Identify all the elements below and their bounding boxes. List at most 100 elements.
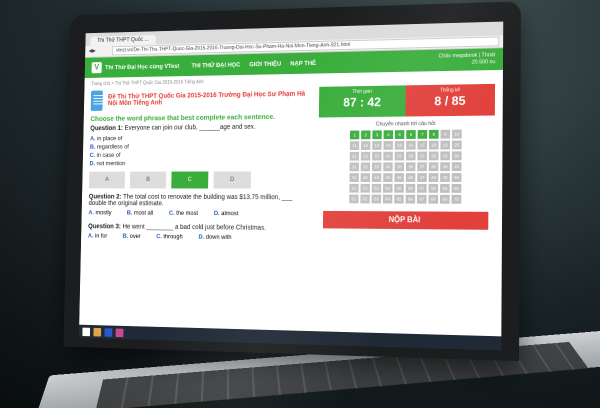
question-nav-cell[interactable]: 46 [405,173,416,182]
question-nav-cell[interactable]: 61 [349,194,359,204]
question-nav-cell[interactable]: 39 [440,162,450,172]
question-nav-cell[interactable]: 50 [451,173,462,182]
document-icon [90,90,104,111]
question-nav-cell[interactable]: 69 [439,194,450,204]
question-nav-cell[interactable]: 25 [394,151,405,161]
logo-text: Thi Thử Đại Học cùng VTest [105,62,180,71]
answer-button-a[interactable]: A [88,171,126,189]
user-balance: 20.500 xu [471,59,496,66]
question-nav-cell[interactable]: 42 [360,173,371,182]
question-nav-cell[interactable]: 43 [371,173,382,182]
question-nav-cell[interactable]: 12 [360,141,371,150]
progress-value: 8 / 85 [434,93,466,109]
option-a: A. in for [87,232,108,240]
question-nav-cell[interactable]: 51 [349,183,359,193]
question-nav-cell[interactable]: 63 [371,194,382,204]
question-nav-cell[interactable]: 30 [451,151,462,161]
question-nav-cell[interactable]: 15 [394,140,405,150]
question-nav-cell[interactable]: 33 [371,162,382,172]
question-nav-cell[interactable]: 67 [416,194,427,204]
question-nav-cell[interactable]: 37 [417,162,427,172]
question-nav-cell[interactable]: 58 [428,183,439,193]
question-nav-cell[interactable]: 29 [440,151,450,161]
question-label: Question 1: [90,125,123,133]
answer-button-d[interactable]: D [213,171,252,189]
question-nav-cell[interactable]: 10 [452,129,462,139]
question-nav-cell[interactable]: 20 [451,140,462,150]
question-nav-cell[interactable]: 13 [372,141,382,150]
question-nav-cell[interactable]: 59 [440,183,450,193]
question-nav-cell[interactable]: 66 [405,194,416,204]
question-nav-cell[interactable]: 60 [451,183,462,193]
question-nav-cell[interactable]: 34 [383,162,393,172]
question-nav-cell[interactable]: 27 [417,151,427,161]
question-nav-cell[interactable]: 8 [429,129,439,139]
question-nav-cell[interactable]: 6 [406,130,416,139]
exam-header: Đề Thi Thử THPT Quốc Gia 2015-2016 Trườn… [90,87,310,111]
question-nav-cell[interactable]: 68 [428,194,439,204]
question-nav-cell[interactable]: 14 [383,140,393,150]
browser-tab[interactable]: Thi Thử THPT Quốc ... [90,34,156,46]
question-nav-cell[interactable]: 2 [361,130,371,140]
file-explorer-icon[interactable] [93,327,102,337]
question-nav-cell[interactable]: 19 [440,140,451,150]
question-nav-cell[interactable]: 65 [394,194,404,204]
submit-button[interactable]: NỘP BÀI [322,210,489,230]
answer-button-c[interactable]: C [171,171,209,189]
browser-icon[interactable] [104,327,113,337]
question-nav-cell[interactable]: 40 [451,162,462,172]
question-nav-cell[interactable]: 49 [440,173,450,182]
forward-icon[interactable]: ▶ [92,48,96,54]
question-nav-cell[interactable]: 28 [428,151,439,161]
question-nav-cell[interactable]: 7 [417,129,428,139]
question-nav-cell[interactable]: 54 [382,183,393,193]
question-nav-cell[interactable]: 22 [360,151,371,161]
instruction: Choose the word phrase that best complet… [90,112,276,123]
question-nav-cell[interactable]: 21 [349,151,360,161]
question-nav-cell[interactable]: 9 [440,129,451,139]
question-nav-cell[interactable]: 18 [428,140,439,150]
question-nav-cell[interactable]: 1 [349,130,360,140]
menu-item-nap-the[interactable]: NẠP THẺ [290,60,316,67]
menu-item-gioi-thieu[interactable]: GIỚI THIỆU [249,60,281,67]
question-nav-cell[interactable]: 5 [394,130,405,140]
question-nav-cell[interactable]: 11 [349,141,360,150]
question-nav-cell[interactable]: 17 [417,140,428,150]
question-nav-cell[interactable]: 53 [371,183,382,193]
question-nav-cell[interactable]: 32 [360,162,371,172]
question-nav-cell[interactable]: 23 [372,151,382,161]
menu-item-thi-thu[interactable]: THI THỬ ĐẠI HỌC [191,61,240,69]
question-nav-cell[interactable]: 24 [383,151,393,161]
option-d: D. almost [213,210,239,218]
question-nav-cell[interactable]: 55 [394,183,404,193]
option-c: C. the most [168,210,199,217]
question-nav-cell[interactable]: 57 [417,183,427,193]
question-nav-cell[interactable]: 52 [360,183,370,193]
question-nav-cell[interactable]: 62 [360,194,370,204]
site-logo[interactable]: V Thi Thử Đại Học cùng VTest [91,60,180,74]
question-nav-cell[interactable]: 47 [417,173,427,182]
question-nav-cell[interactable]: 56 [405,183,416,193]
question-nav-cell[interactable]: 36 [405,162,416,172]
windows-start-icon[interactable] [82,327,91,336]
question-nav-cell[interactable]: 3 [372,130,382,140]
question-3: Question 3: He went ________ a bad cold … [88,223,308,232]
question-nav-cell[interactable]: 64 [382,194,393,204]
app-icon[interactable] [115,328,124,337]
question-nav-cell[interactable]: 31 [349,162,359,172]
question-nav-cell[interactable]: 16 [406,140,416,150]
question-nav-cell[interactable]: 41 [349,173,359,182]
question-nav-cell[interactable]: 26 [405,151,416,161]
user-info: Chào megabook | Thoát 20.500 xu [438,52,495,67]
option-d: D. not mention [89,160,126,168]
question-nav-cell[interactable]: 70 [451,194,462,204]
question-nav-cell[interactable]: 35 [394,162,405,172]
question-nav-cell[interactable]: 38 [428,162,439,172]
question-nav-cell[interactable]: 45 [394,173,404,182]
question-1: Question 1: Everyone can join our club, … [90,123,309,132]
question-2: Question 2: The total cost to renovate t… [89,194,309,208]
question-nav-cell[interactable]: 44 [383,173,393,182]
question-nav-cell[interactable]: 48 [428,173,439,182]
answer-button-b[interactable]: B [129,171,167,189]
question-nav-cell[interactable]: 4 [383,130,394,140]
